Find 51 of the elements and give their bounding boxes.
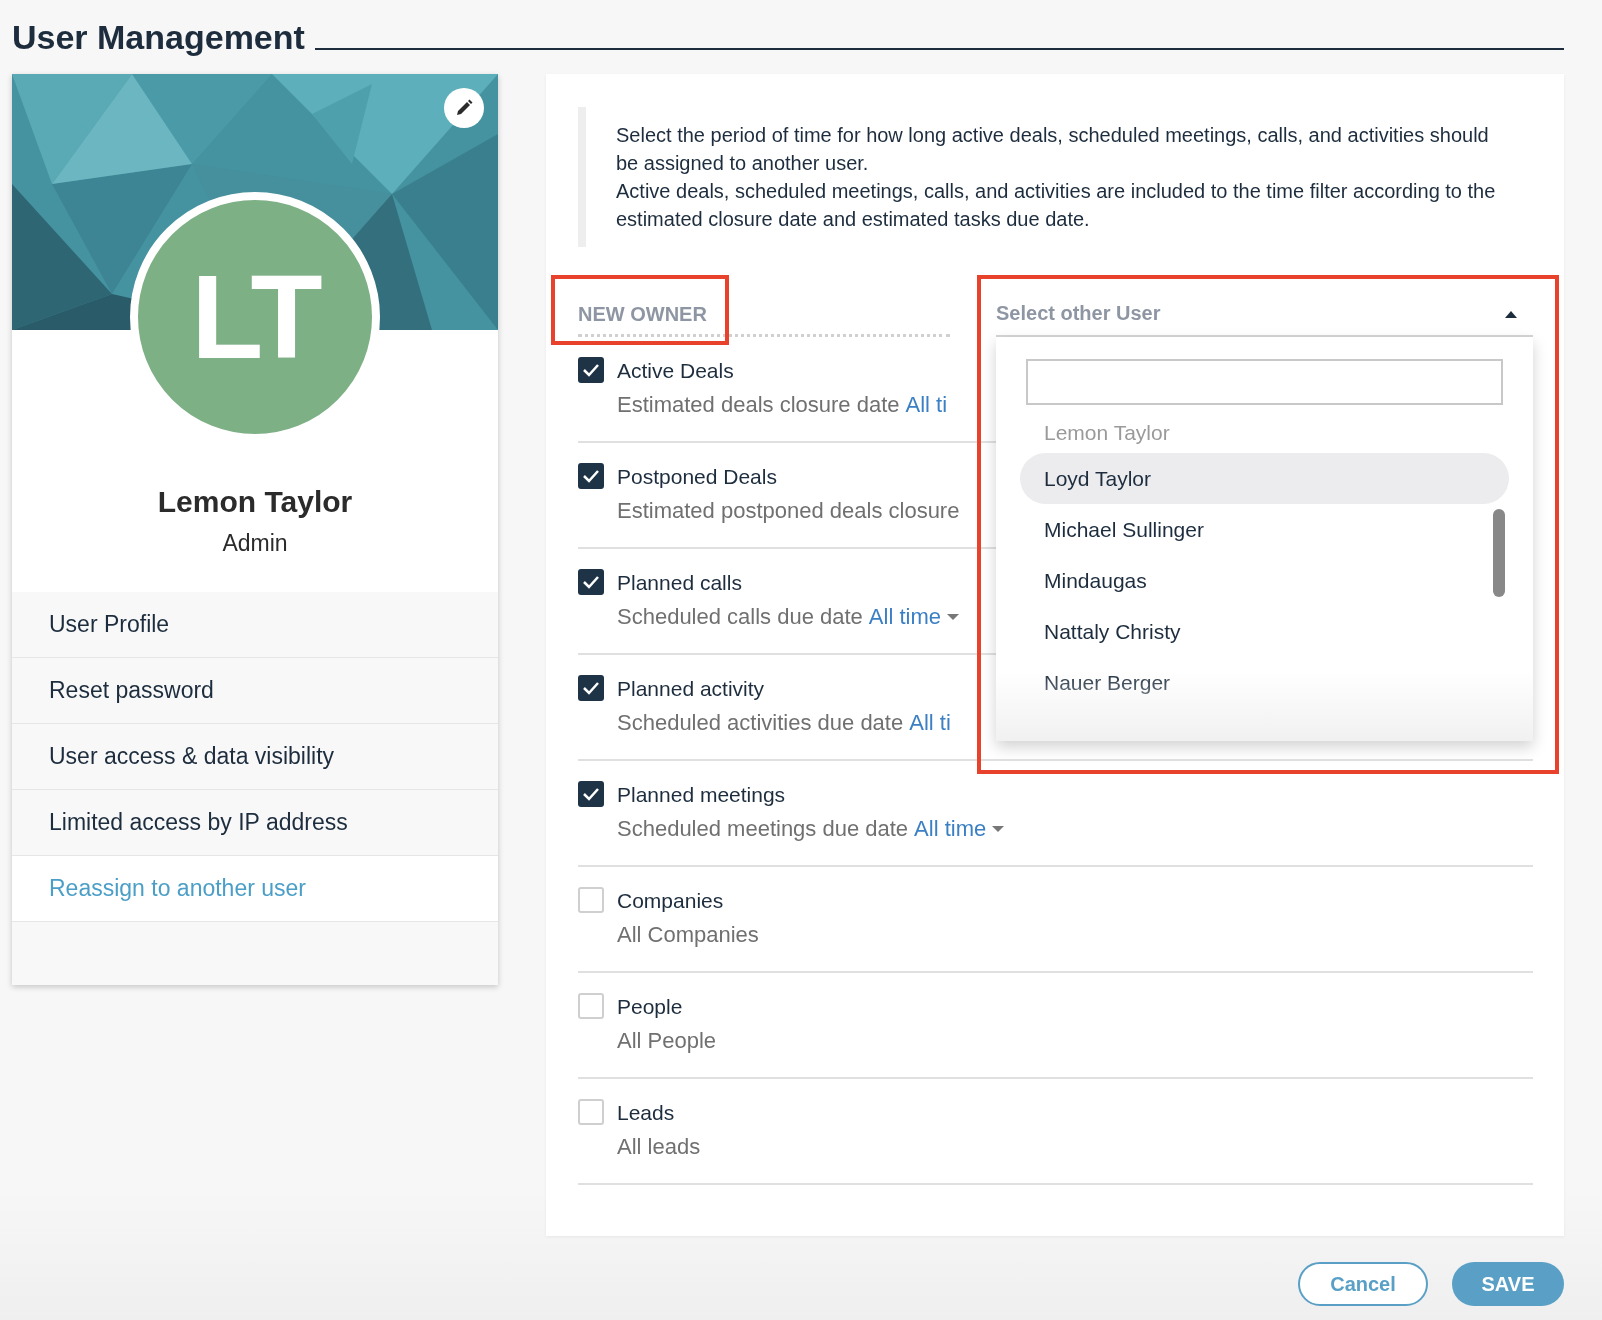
user-option[interactable]: Loyd Taylor [1020, 453, 1509, 504]
user-option[interactable]: Nauer Berger [1020, 657, 1509, 708]
period-link[interactable]: All ti [905, 389, 948, 421]
checkbox[interactable] [578, 357, 604, 383]
checkbox[interactable] [578, 675, 604, 701]
item-label: People [617, 994, 684, 1020]
checkbox[interactable] [578, 781, 604, 807]
caret-icon [1505, 309, 1517, 318]
check-icon [582, 681, 600, 695]
item-label: Active Deals [617, 358, 735, 384]
search-field[interactable] [1026, 359, 1503, 405]
item-label: Leads [617, 1100, 676, 1126]
item-detail: Scheduled meetings due date [617, 815, 909, 843]
period-link[interactable]: All time [914, 813, 987, 845]
item-detail: Scheduled calls due date [617, 603, 863, 631]
item-detail: Estimated postponed deals closure [617, 497, 960, 525]
caret-icon[interactable] [992, 825, 1005, 833]
user-option[interactable]: Michael Sullinger [1020, 504, 1509, 555]
menu-item[interactable]: Limited access by IP address [12, 790, 498, 856]
item-label: Planned activity [617, 676, 766, 702]
pencil-icon [455, 99, 473, 117]
page-title: User Management [12, 17, 305, 58]
menu-item[interactable]: User access & data visibility [12, 724, 498, 790]
user-option[interactable]: Mindaugas [1020, 555, 1509, 606]
menu-item[interactable]: Reset password [12, 658, 498, 724]
item-label: Planned calls [617, 570, 743, 596]
caret-icon[interactable] [947, 613, 959, 621]
description-text: Active deals, scheduled meetings, calls, and activities are included to the time filter according to the estimated closure date and estimated tasks due date. [616, 179, 1497, 232]
item-detail: Estimated deals closure date [617, 391, 900, 419]
user-name: Lemon Taylor [156, 485, 354, 519]
user-role: Admin [221, 529, 289, 558]
item-detail: All Companies [617, 921, 759, 949]
check-icon [582, 363, 600, 377]
item-detail: All leads [617, 1133, 701, 1161]
check-icon [582, 787, 600, 801]
description-text: Select the period of time for how long active deals, scheduled meetings, calls, and activities should be assigned to another user. [616, 123, 1490, 176]
new-owner-label: NEW OWNER [578, 303, 950, 337]
check-icon [582, 575, 600, 589]
scrollbar-thumb[interactable] [1493, 509, 1505, 597]
item-label: Planned meetings [617, 782, 787, 808]
item-label: Companies [617, 888, 725, 914]
period-link[interactable]: All time [868, 601, 941, 633]
period-link[interactable]: All ti [909, 707, 951, 739]
user-option[interactable]: Nattaly Christy [1020, 606, 1509, 657]
item-label: Postponed Deals [617, 464, 778, 490]
item-detail: All People [617, 1027, 717, 1055]
menu-item[interactable]: User Profile [12, 592, 498, 658]
check-icon [582, 469, 600, 483]
item-detail: Scheduled activities due date [617, 709, 904, 737]
checkbox[interactable] [578, 569, 604, 595]
checkbox[interactable] [578, 463, 604, 489]
